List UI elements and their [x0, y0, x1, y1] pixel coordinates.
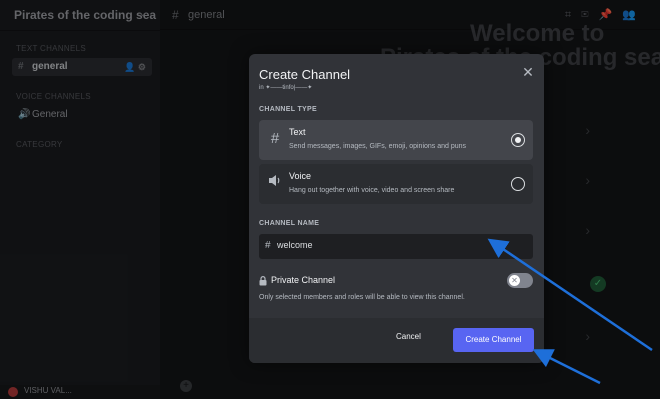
channel-name-value[interactable]: welcome	[277, 240, 313, 250]
speaker-icon	[267, 174, 283, 191]
channel-name-label: CHANNEL NAME	[259, 220, 320, 227]
type-name: Text	[289, 127, 306, 137]
radio-unselected[interactable]	[511, 177, 525, 191]
private-channel-label: Private Channel	[271, 275, 336, 285]
type-name: Voice	[289, 171, 312, 181]
channel-type-voice-option[interactable]: Voice Hang out together with voice, vide…	[259, 164, 533, 204]
close-icon[interactable]: ✕	[521, 65, 535, 79]
cancel-button[interactable]: Cancel	[396, 332, 421, 341]
create-channel-modal: Create Channel in ✦——tinfo|——✦ ✕ CHANNEL…	[249, 54, 544, 363]
radio-selected[interactable]	[511, 133, 525, 147]
create-channel-button[interactable]: Create Channel	[453, 328, 534, 352]
discord-app: Pirates of the coding sea ⌄ TEXT CHANNEL…	[0, 0, 660, 399]
type-description: Send messages, images, GIFs, emoji, opin…	[289, 143, 467, 150]
channel-type-text-option[interactable]: # Text Send messages, images, GIFs, emoj…	[259, 120, 533, 160]
close-icon: ✕	[509, 275, 520, 286]
private-channel-toggle[interactable]: ✕	[507, 273, 533, 288]
channel-name-input[interactable]: # welcome	[259, 234, 533, 259]
channel-type-label: CHANNEL TYPE	[259, 106, 317, 113]
hash-icon: #	[270, 130, 280, 147]
modal-subtitle: in ✦——tinfo|——✦	[259, 85, 313, 91]
type-description: Hang out together with voice, video and …	[289, 187, 455, 194]
private-channel-description: Only selected members and roles will be …	[259, 294, 465, 301]
modal-title: Create Channel	[259, 67, 351, 82]
hash-icon: #	[265, 240, 271, 251]
modal-footer: Cancel Create Channel	[249, 318, 544, 363]
lock-icon	[259, 276, 267, 286]
private-channel-row: Private Channel ✕	[259, 273, 533, 293]
